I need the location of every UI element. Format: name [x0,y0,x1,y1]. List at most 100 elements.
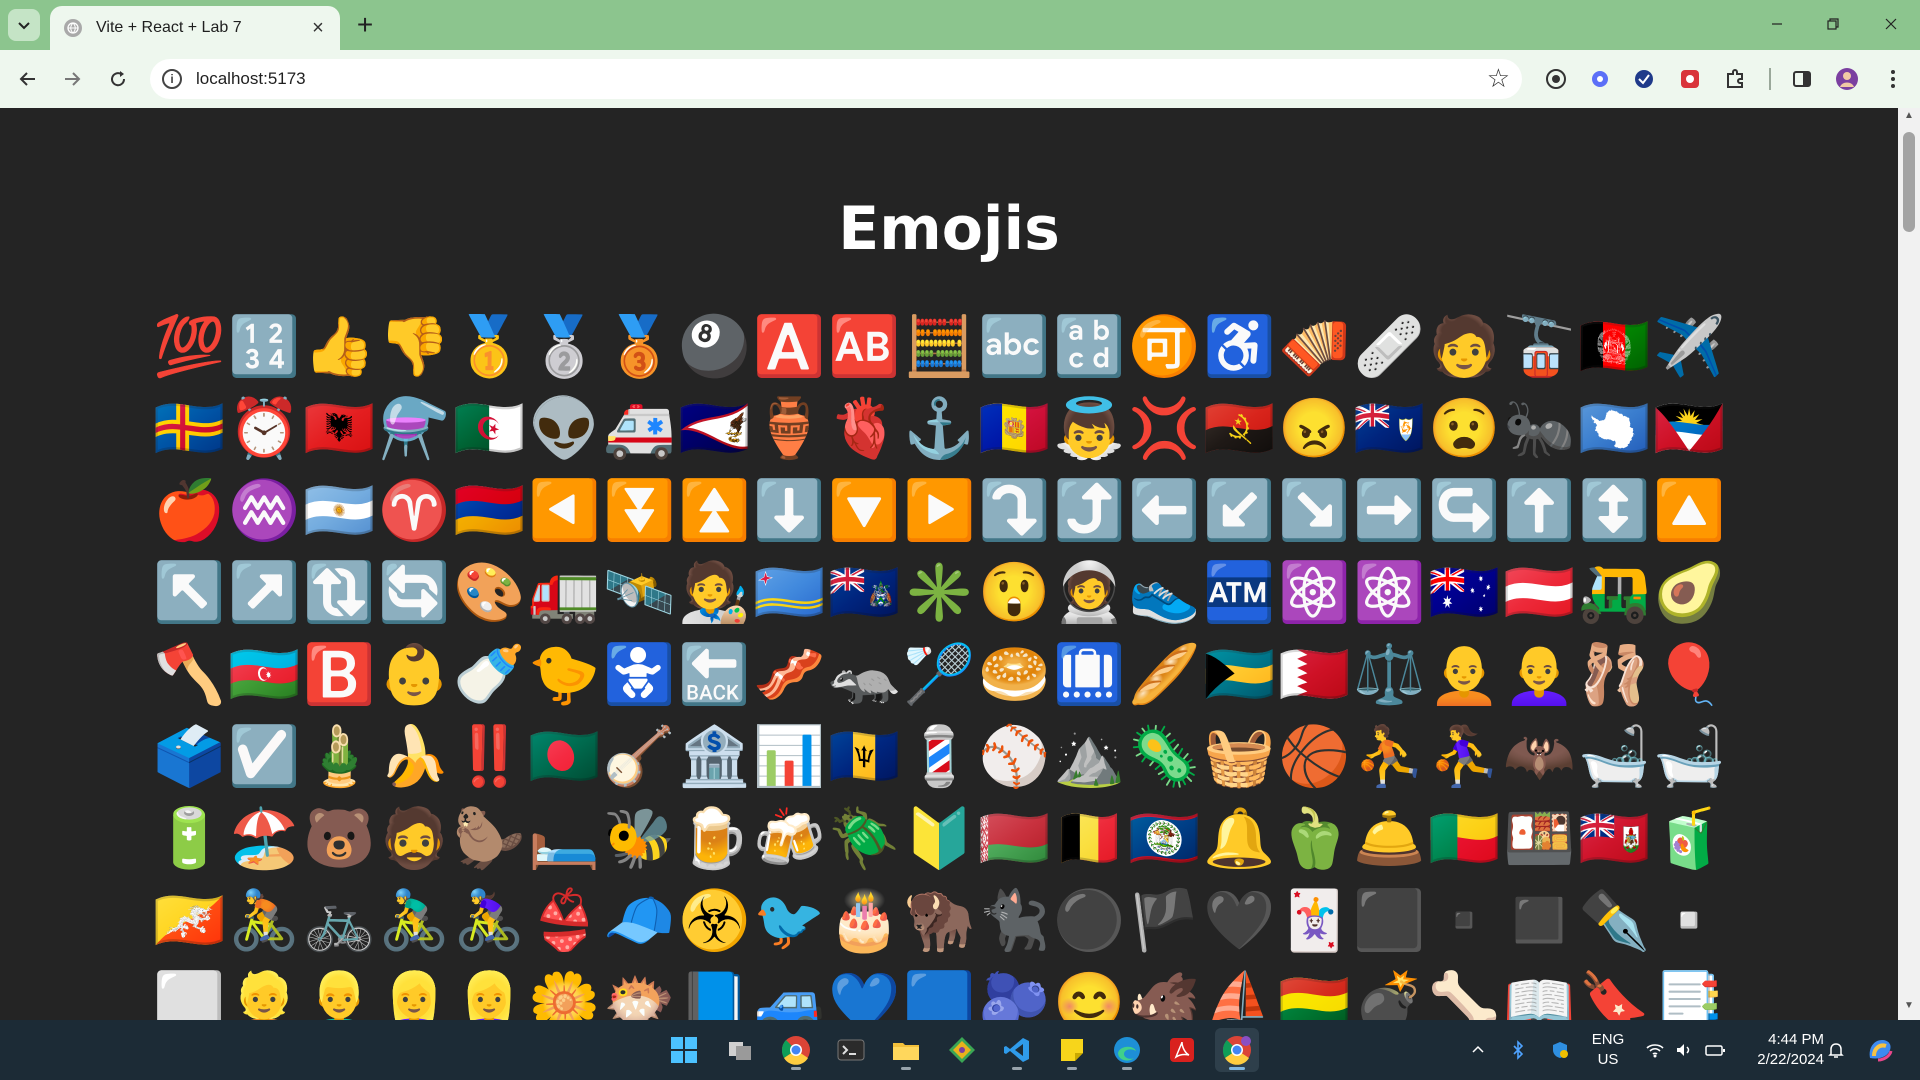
taskbar-chrome[interactable] [774,1028,818,1072]
emoji-item: 🇦🇩 [978,396,1051,461]
restore-button[interactable] [1810,8,1856,40]
emoji-item: 🇧🇯 [1428,806,1501,871]
emoji-item: ↪️ [1428,478,1501,543]
extension-icon[interactable] [1543,66,1569,92]
emoji-item: 👱‍♂️ [303,970,376,1021]
taskbar-file-explorer[interactable] [884,1028,928,1072]
copilot-icon[interactable] [1864,1020,1896,1080]
emoji-item: 🇦🇮 [1353,396,1426,461]
emoji-item: 🫑 [1278,806,1351,871]
extension-icon[interactable] [1587,66,1613,92]
close-icon [1885,18,1897,30]
bluetooth-icon[interactable] [1510,1020,1526,1080]
scroll-down-arrow-icon[interactable]: ▼ [1898,1000,1920,1018]
emoji-item: 🛏️ [528,806,601,871]
emoji-item: 🇧🇸 [1203,642,1276,707]
emoji-item: 🇧🇿 [1128,806,1201,871]
edge-icon [1114,1037,1140,1063]
tab-close-icon[interactable]: × [304,14,332,42]
security-shield-icon[interactable] [1550,1020,1570,1080]
taskbar-chrome-active[interactable] [1215,1028,1259,1072]
taskbar-acrobat[interactable] [1160,1028,1204,1072]
emoji-item: ⏬ [603,478,676,543]
chevron-down-icon [18,22,30,30]
emoji-item: 🇦🇿 [228,642,301,707]
wifi-icon[interactable] [1645,1020,1665,1080]
browser-tab-bar: Vite + React + Lab 7 × + [0,0,1920,50]
minimize-button[interactable] [1754,8,1800,40]
emoji-item: 🐈‍⬛ [978,888,1051,953]
battery-icon[interactable] [1704,1020,1726,1080]
emoji-item: 🩰 [1578,642,1651,707]
vertical-scrollbar[interactable]: ▲ ▼ [1898,108,1920,1020]
emoji-item: ♒ [228,478,301,543]
running-indicator [1067,1067,1077,1070]
emoji-item: ▫️ [1653,888,1726,953]
language-indicator[interactable]: ENG US [1588,1030,1628,1070]
clock[interactable]: 4:44 PM 2/22/2024 [1744,1030,1824,1070]
running-indicator [901,1067,911,1070]
emoji-item: 👼 [1053,396,1126,461]
reload-button[interactable] [102,63,134,95]
address-bar[interactable]: i localhost:5173 ☆ [150,59,1522,99]
emoji-item: 👟 [1128,560,1201,625]
emoji-item: 🚙 [753,970,826,1021]
emoji-item: 🎨 [453,560,526,625]
menu-kebab-icon[interactable] [1880,66,1906,92]
start-button[interactable] [662,1028,706,1072]
emoji-item: 🔢 [228,314,301,379]
emoji-item: 🚑 [603,396,676,461]
bookmark-star-icon[interactable]: ☆ [1487,63,1510,94]
scrollbar-thumb[interactable] [1903,132,1915,232]
emoji-item: 😊 [1053,970,1126,1021]
emoji-item: 🇩🇿 [453,396,526,461]
sticky-notes-icon [1061,1039,1083,1061]
tray-overflow-chevron-icon[interactable] [1470,1020,1486,1080]
taskbar-sticky-notes[interactable] [1050,1028,1094,1072]
profile-avatar[interactable] [1834,66,1860,92]
tab-search-button[interactable] [8,9,40,41]
emoji-item: 🇧🇩 [528,724,601,789]
extension-icon[interactable] [1631,66,1657,92]
taskbar-edge[interactable] [1105,1028,1149,1072]
url-text[interactable]: localhost:5173 [196,69,306,89]
emoji-item: 🍌 [378,724,451,789]
emoji-item: ⏰ [228,396,301,461]
scroll-up-arrow-icon[interactable]: ▲ [1898,110,1920,128]
site-info-icon[interactable]: i [162,69,182,89]
close-window-button[interactable] [1868,8,1914,40]
emoji-item: 🛺 [1578,560,1651,625]
emoji-item: 🪕 [603,724,676,789]
side-panel-icon[interactable] [1789,66,1815,92]
emoji-item: 🫀 [828,396,901,461]
taskbar-git-app[interactable] [940,1028,984,1072]
emoji-item: ⛹️ [1353,724,1426,789]
emoji-item: 🔋 [153,806,226,871]
vscode-icon [1004,1038,1029,1062]
emoji-item: 🇦🇽 [153,396,226,461]
emoji-item: ⬆️ [1503,478,1576,543]
back-button[interactable] [12,63,44,95]
emoji-item: 🇦🇴 [1203,396,1276,461]
chrome-profile-icon [1222,1036,1251,1065]
notification-bell-icon[interactable] [1826,1020,1846,1080]
extension-icon[interactable] [1677,66,1703,92]
browser-tab-active[interactable]: Vite + React + Lab 7 × [50,6,340,50]
emoji-item: 🎂 [828,888,901,953]
arrow-left-icon [19,72,35,86]
new-tab-button[interactable]: + [350,9,380,40]
puzzle-icon[interactable] [1722,66,1748,92]
running-indicator [1122,1067,1132,1070]
forward-button[interactable] [56,63,88,95]
taskbar-vscode[interactable] [995,1028,1039,1072]
volume-icon[interactable] [1674,1020,1694,1080]
task-view-button[interactable] [718,1028,762,1072]
emoji-grid: 💯 🔢 👍 👎 🥇 🥈 🥉 🎱 🅰️ 🆎 🧮 🔤 🔡 🉑 ♿ 🪗 🩹 🧑 🚡 🇦🇫 ✈️ 🇦🇽 ⏰ 🇦🇱 ⚗️ 🇩🇿 👽 🚑 🇦🇸 🏺 🫀 ⚓… [152,306,1727,1021]
emoji-item: 🪗 [1278,314,1351,379]
globe-icon [64,19,82,37]
emoji-item: 🚴 [228,888,301,953]
taskbar-terminal[interactable] [829,1028,873,1072]
emoji-item: 🥈 [528,314,601,379]
emoji-item: ✒️ [1578,888,1651,953]
emoji-item: 🥯 [978,642,1051,707]
